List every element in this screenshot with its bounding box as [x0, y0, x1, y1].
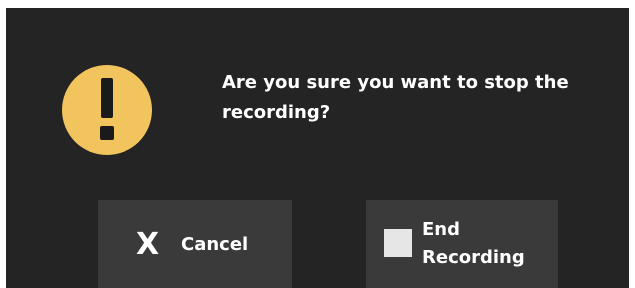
end-recording-button-label: End Recording	[422, 219, 525, 268]
end-recording-button[interactable]: End Recording	[366, 200, 558, 288]
confirm-stop-recording-dialog: Are you sure you want to stop the record…	[6, 8, 629, 288]
stop-icon	[384, 229, 412, 257]
warning-icon-bar	[101, 78, 113, 118]
dialog-message: Are you sure you want to stop the record…	[222, 72, 569, 123]
cancel-button[interactable]: X Cancel	[98, 200, 292, 288]
warning-icon-dot	[100, 126, 114, 140]
close-icon: X	[136, 227, 160, 262]
cancel-button-label: Cancel	[181, 234, 249, 255]
warning-icon	[62, 65, 152, 155]
